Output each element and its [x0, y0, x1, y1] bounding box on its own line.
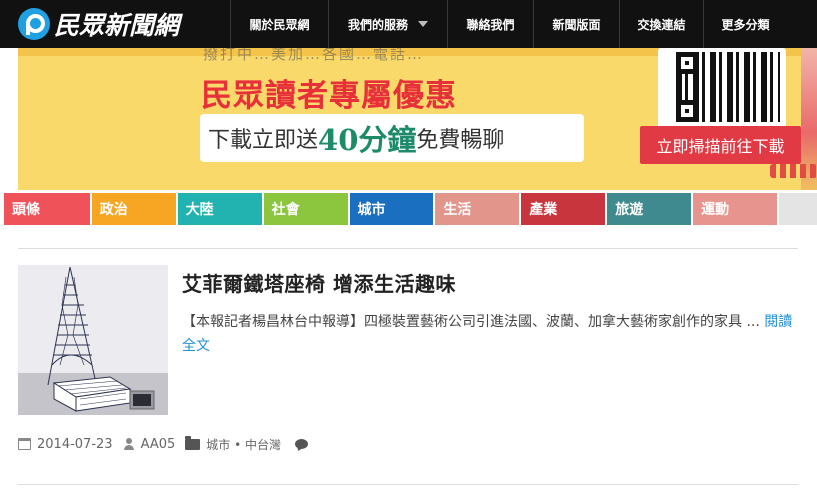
category-society[interactable]: 社會 — [263, 193, 348, 225]
category-label: 大陸 — [185, 202, 214, 218]
article-excerpt: 【本報記者楊昌林台中報導】四極裝置藝術公司引進法國、波蘭、加拿大藝術家創作的家具… — [182, 310, 794, 358]
category-travel[interactable]: 旅遊 — [607, 193, 692, 225]
article-categories[interactable]: 城市 • 中台灣 — [206, 436, 281, 453]
article-excerpt-text: 【本報記者楊昌林台中報導】四極裝置藝術公司引進法國、波蘭、加拿大藝術家創作的家具… — [182, 314, 760, 330]
calendar-icon — [18, 438, 31, 450]
article-thumbnail[interactable] — [18, 265, 168, 415]
category-bar: 頭條 政治 大陸 社會 城市 生活 產業 旅遊 運動 — [0, 193, 817, 225]
banner-promo-box: 下載立即送 40分鐘 免費暢聊 — [200, 114, 584, 162]
category-politics[interactable]: 政治 — [91, 193, 176, 225]
category-label: 運動 — [701, 202, 730, 218]
category-sports[interactable]: 運動 — [693, 193, 778, 225]
promo-suffix: 免費暢聊 — [416, 128, 505, 153]
nav-item-label: 我們的服務 — [347, 17, 408, 32]
promo-banner[interactable]: 撥打中…美加…各國…電話… 民眾讀者專屬優惠 下載立即送 40分鐘 免費暢聊 立… — [18, 48, 817, 190]
nav-item-label: 更多分類 — [721, 17, 770, 32]
category-label: 城市 — [357, 202, 386, 218]
category-life[interactable]: 生活 — [435, 193, 520, 225]
category-headline[interactable]: 頭條 — [4, 193, 90, 225]
nav-item-services[interactable]: 我們的服務 — [328, 0, 447, 48]
nav-item-news-layout[interactable]: 新聞版面 — [533, 0, 619, 48]
banner-partial-text: 撥打中…美加…各國…電話… — [203, 48, 425, 63]
category-industry[interactable]: 產業 — [521, 193, 606, 225]
chevron-down-icon — [418, 21, 428, 27]
category-label: 頭條 — [12, 202, 40, 218]
nav-item-link-exchange[interactable]: 交換連結 — [619, 0, 703, 48]
eiffel-tower-chair-image — [18, 265, 168, 415]
logo-p-icon — [18, 8, 50, 40]
qr-finder — [676, 100, 698, 122]
category-overflow[interactable] — [779, 193, 817, 225]
promo-highlight: 40分鐘 — [318, 123, 417, 157]
qr-finder — [676, 52, 698, 74]
user-icon — [123, 438, 135, 450]
divider — [18, 484, 798, 485]
banner-title: 民眾讀者專屬優惠 — [201, 78, 457, 114]
scan-download-button[interactable]: 立即掃描前往下載 — [640, 126, 801, 164]
banner-decoration-dots — [770, 164, 817, 178]
nav-item-label: 新聞版面 — [552, 17, 601, 32]
logo-text: 民眾新聞網 — [54, 11, 180, 40]
nav-item-label: 交換連結 — [637, 17, 686, 32]
nav-item-label: 聯絡我們 — [466, 17, 515, 32]
nav-item-more-categories[interactable]: 更多分類 — [703, 0, 787, 48]
promo-prefix: 下載立即送 — [208, 128, 319, 153]
site-logo[interactable]: 民眾新聞網 — [0, 0, 230, 48]
category-label: 政治 — [99, 202, 128, 218]
category-label: 社會 — [271, 202, 300, 218]
article-author[interactable]: AA05 — [141, 437, 176, 452]
main-nav: 關於民眾網 我們的服務 聯絡我們 新聞版面 交換連結 更多分類 — [230, 0, 787, 48]
nav-item-about[interactable]: 關於民眾網 — [230, 0, 328, 48]
nav-item-label: 關於民眾網 — [249, 17, 310, 32]
article-date: 2014-07-23 — [37, 436, 113, 452]
category-mainland[interactable]: 大陸 — [177, 193, 262, 225]
folder-icon — [185, 435, 201, 450]
article-title[interactable]: 艾菲爾鐵塔座椅 增添生活趣味 — [182, 268, 456, 297]
qr-code-icon — [658, 48, 786, 130]
category-label: 產業 — [529, 202, 558, 218]
category-label: 生活 — [443, 202, 472, 218]
category-city[interactable]: 城市 — [349, 193, 434, 225]
comment-icon[interactable] — [294, 439, 308, 449]
top-navbar: 民眾新聞網 關於民眾網 我們的服務 聯絡我們 新聞版面 交換連結 更多分類 — [0, 0, 817, 48]
divider — [18, 248, 798, 249]
category-label: 旅遊 — [615, 202, 644, 218]
article-meta: 2014-07-23 AA05 城市 • 中台灣 — [18, 435, 314, 453]
nav-item-contact[interactable]: 聯絡我們 — [447, 0, 533, 48]
